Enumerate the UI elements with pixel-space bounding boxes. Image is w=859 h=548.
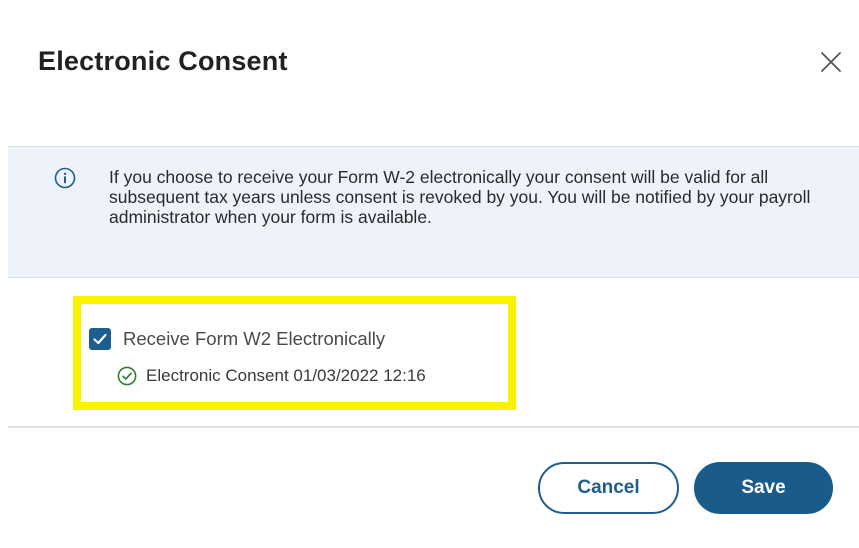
footer-divider [8, 426, 859, 428]
info-banner: If you choose to receive your Form W-2 e… [8, 146, 859, 278]
checkmark-icon [93, 333, 107, 345]
receive-w2-electronically-option[interactable]: Receive Form W2 Electronically [89, 326, 385, 352]
dialog-title: Electronic Consent [38, 46, 288, 76]
cancel-button[interactable]: Cancel [538, 462, 679, 514]
consent-status-text: Electronic Consent 01/03/2022 12:16 [146, 366, 426, 385]
electronic-consent-dialog: Electronic Consent If you choose to rece… [0, 0, 859, 548]
highlight-box [73, 296, 516, 410]
consent-status: Electronic Consent 01/03/2022 12:16 [117, 364, 426, 388]
info-message: If you choose to receive your Form W-2 e… [109, 167, 811, 227]
save-button[interactable]: Save [694, 462, 833, 514]
close-icon [821, 52, 841, 72]
receive-w2-label[interactable]: Receive Form W2 Electronically [123, 328, 385, 350]
info-circle-icon [54, 167, 76, 189]
receive-w2-checkbox[interactable] [89, 328, 111, 350]
close-button[interactable] [818, 49, 844, 75]
check-circle-icon [117, 366, 137, 386]
